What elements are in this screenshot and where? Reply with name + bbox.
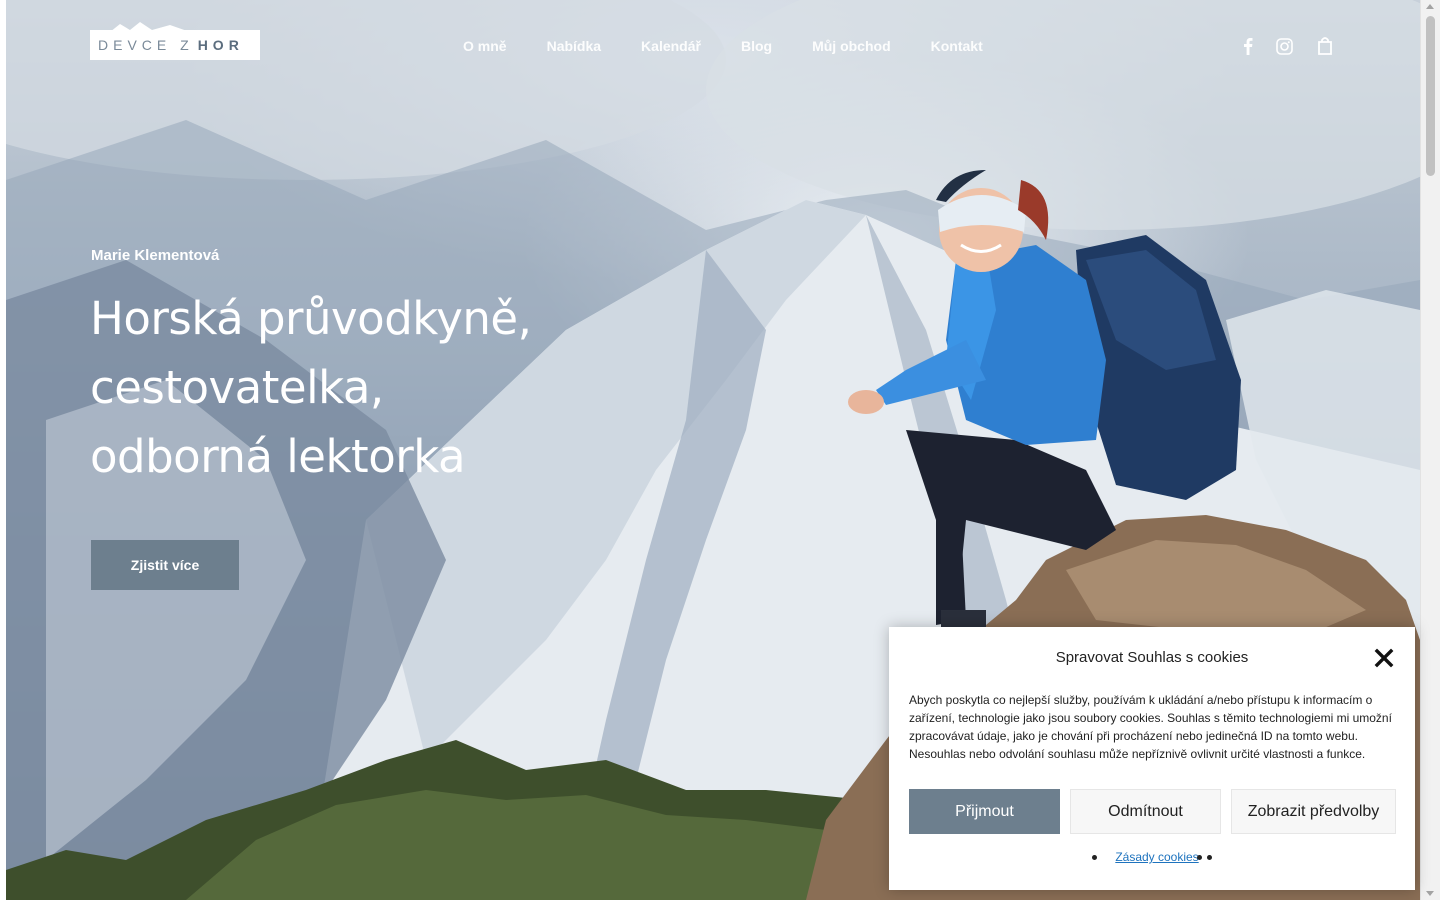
instagram-icon[interactable] <box>1274 36 1294 56</box>
nav-item-nabidka[interactable]: Nabídka <box>547 38 601 54</box>
cookie-policy-link[interactable]: Zásady cookies <box>1115 850 1198 864</box>
page-scrollbar[interactable] <box>1420 0 1440 900</box>
hero-headline: Horská průvodkyně, cestovatelka, odborná… <box>90 284 630 491</box>
cookie-consent-dialog: Spravovat Souhlas s cookies Abych poskyt… <box>889 627 1415 890</box>
cookie-links: Zásady cookies <box>889 850 1415 864</box>
headline-line-1: Horská průvodkyně, <box>90 292 532 345</box>
shopping-bag-icon[interactable] <box>1314 35 1336 57</box>
main-nav: O mně Nabídka Kalendář Blog Můj obchod K… <box>463 38 983 54</box>
cookie-actions: Přijmout Odmítnout Zobrazit předvolby <box>909 789 1396 834</box>
scroll-up-arrow-icon[interactable] <box>1426 4 1434 9</box>
headline-line-3: odborná lektorka <box>90 430 466 483</box>
logo-text-bold: HOR <box>197 37 244 53</box>
scroll-down-arrow-icon[interactable] <box>1426 891 1434 896</box>
site-logo[interactable]: DEVCE Z HOR <box>90 22 260 60</box>
accept-cookies-button[interactable]: Přijmout <box>909 789 1060 834</box>
nav-item-blog[interactable]: Blog <box>741 38 772 54</box>
nav-item-o-mne[interactable]: O mně <box>463 38 507 54</box>
view-preferences-button[interactable]: Zobrazit předvolby <box>1231 789 1396 834</box>
cookie-dialog-text: Abych poskytla co nejlepší služby, použí… <box>909 693 1392 761</box>
close-icon[interactable] <box>1373 647 1395 669</box>
scrollbar-thumb[interactable] <box>1426 16 1435 176</box>
hero-subtitle: Marie Klementová <box>91 247 220 264</box>
headline-line-2: cestovatelka, <box>90 361 384 414</box>
cookie-dialog-title: Spravovat Souhlas s cookies <box>1055 649 1249 666</box>
nav-item-muj-obchod[interactable]: Můj obchod <box>812 38 891 54</box>
learn-more-button[interactable]: Zjistit více <box>91 540 239 590</box>
facebook-icon[interactable] <box>1238 36 1258 56</box>
nav-item-kontakt[interactable]: Kontakt <box>931 38 983 54</box>
bullet-icons <box>1196 854 1212 860</box>
nav-item-kalendar[interactable]: Kalendář <box>641 38 701 54</box>
bullet-icon <box>1092 854 1098 860</box>
logo-text: DEVCE Z <box>98 37 194 53</box>
logo-peak-icon <box>90 22 260 32</box>
deny-cookies-button[interactable]: Odmítnout <box>1070 789 1221 834</box>
social-links <box>1238 36 1294 56</box>
